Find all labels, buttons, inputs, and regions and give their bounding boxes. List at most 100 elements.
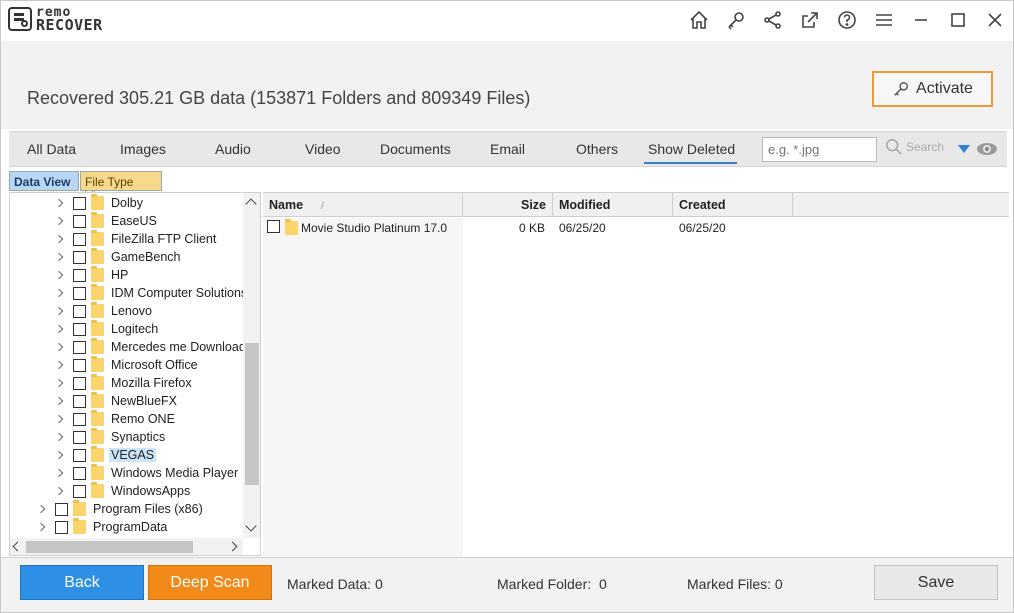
- expand-chevron-icon[interactable]: [54, 468, 64, 478]
- tree-item-checkbox[interactable]: [73, 304, 86, 318]
- column-modified[interactable]: Modified: [553, 193, 673, 217]
- tab-email[interactable]: Email: [490, 141, 525, 157]
- expand-chevron-icon[interactable]: [36, 504, 46, 514]
- tree-item-checkbox[interactable]: [73, 376, 86, 390]
- expand-chevron-icon[interactable]: [54, 198, 64, 208]
- tab-show-deleted[interactable]: Show Deleted: [644, 141, 738, 164]
- tree-item-checkbox[interactable]: [55, 520, 68, 534]
- folder-icon: [91, 302, 104, 318]
- tree-item[interactable]: EaseUS: [54, 212, 159, 230]
- tab-all-data[interactable]: All Data: [27, 141, 76, 157]
- deep-scan-button[interactable]: Deep Scan: [148, 565, 272, 600]
- expand-chevron-icon[interactable]: [54, 450, 64, 460]
- tab-images[interactable]: Images: [120, 141, 166, 157]
- tab-audio[interactable]: Audio: [215, 141, 251, 157]
- tree-item[interactable]: Program Files (x86): [36, 500, 205, 518]
- expand-chevron-icon[interactable]: [54, 378, 64, 388]
- tree-item-checkbox[interactable]: [73, 430, 86, 444]
- eye-icon[interactable]: [976, 140, 998, 158]
- help-icon[interactable]: [828, 1, 865, 39]
- scroll-thumb[interactable]: [26, 541, 193, 553]
- key-icon[interactable]: [717, 1, 754, 39]
- expand-chevron-icon[interactable]: [54, 288, 64, 298]
- expand-chevron-icon[interactable]: [36, 522, 46, 532]
- expand-chevron-icon[interactable]: [54, 306, 64, 316]
- tree-item[interactable]: Mercedes me Download M: [54, 338, 260, 356]
- expand-chevron-icon[interactable]: [54, 486, 64, 496]
- tree-item[interactable]: Dolby: [54, 194, 145, 212]
- column-size[interactable]: Size: [463, 193, 553, 217]
- maximize-icon[interactable]: [939, 1, 976, 39]
- expand-chevron-icon[interactable]: [54, 432, 64, 442]
- tree-item-checkbox[interactable]: [73, 448, 86, 462]
- tree-item-checkbox[interactable]: [73, 412, 86, 426]
- tree-horizontal-scrollbar[interactable]: [10, 538, 243, 555]
- tree-item-checkbox[interactable]: [73, 250, 86, 264]
- activate-button[interactable]: Activate: [872, 71, 993, 107]
- tree-item-checkbox[interactable]: [73, 340, 86, 354]
- tree-item-checkbox[interactable]: [73, 322, 86, 336]
- tree-item-checkbox[interactable]: [55, 502, 68, 516]
- tree-item[interactable]: ProgramData: [36, 518, 169, 536]
- tree-item[interactable]: Windows Media Player: [54, 464, 240, 482]
- tree-item-checkbox[interactable]: [73, 196, 86, 210]
- expand-chevron-icon[interactable]: [54, 234, 64, 244]
- tree-item[interactable]: Synaptics: [54, 428, 167, 446]
- tab-file-type-view[interactable]: File Type View: [80, 171, 162, 203]
- tree-item[interactable]: HP: [54, 266, 130, 284]
- expand-chevron-icon[interactable]: [54, 252, 64, 262]
- external-link-icon[interactable]: [791, 1, 828, 39]
- home-icon[interactable]: [680, 1, 717, 39]
- tree-item[interactable]: GameBench: [54, 248, 182, 266]
- tab-data-view[interactable]: Data View: [9, 171, 79, 191]
- tree-item[interactable]: NewBlueFX: [54, 392, 179, 410]
- expand-chevron-icon[interactable]: [54, 216, 64, 226]
- search-button[interactable]: Search: [885, 138, 944, 156]
- tree-item[interactable]: Lenovo: [54, 302, 154, 320]
- scroll-up-icon[interactable]: [245, 198, 257, 210]
- expand-chevron-icon[interactable]: [54, 360, 64, 370]
- tree-item-checkbox[interactable]: [73, 286, 86, 300]
- expand-chevron-icon[interactable]: [54, 396, 64, 406]
- app-window: remo RECOVER Recovered 305.21 GB data (1…: [0, 0, 1014, 613]
- tree-item[interactable]: VEGAS: [54, 446, 157, 464]
- search-input[interactable]: [762, 137, 877, 162]
- scroll-down-icon[interactable]: [245, 520, 257, 532]
- expand-chevron-icon[interactable]: [54, 414, 64, 424]
- tree-item-checkbox[interactable]: [73, 358, 86, 372]
- scroll-left-icon[interactable]: [12, 541, 23, 552]
- tree-item[interactable]: Logitech: [54, 320, 160, 338]
- tree-item-checkbox[interactable]: [73, 394, 86, 408]
- row-checkbox[interactable]: [267, 220, 280, 233]
- tab-video[interactable]: Video: [305, 141, 341, 157]
- tree-item[interactable]: FileZilla FTP Client: [54, 230, 218, 248]
- tree-item-checkbox[interactable]: [73, 214, 86, 228]
- minimize-icon[interactable]: [902, 1, 939, 39]
- dropdown-arrow-icon[interactable]: [958, 145, 970, 153]
- tree-vertical-scrollbar[interactable]: [243, 193, 260, 538]
- tree-item[interactable]: Microsoft Office: [54, 356, 200, 374]
- tab-documents[interactable]: Documents: [380, 141, 451, 157]
- tab-others[interactable]: Others: [576, 141, 618, 157]
- tree-item-checkbox[interactable]: [73, 232, 86, 246]
- tree-item-checkbox[interactable]: [73, 466, 86, 480]
- tree-item[interactable]: Mozilla Firefox: [54, 374, 194, 392]
- share-icon[interactable]: [754, 1, 791, 39]
- expand-chevron-icon[interactable]: [54, 342, 64, 352]
- tree-item[interactable]: WindowsApps: [54, 482, 192, 500]
- save-button[interactable]: Save: [874, 565, 998, 600]
- tree-item-checkbox[interactable]: [73, 268, 86, 282]
- table-row[interactable]: Movie Studio Platinum 17.0 0 KB 06/25/20…: [263, 219, 1009, 237]
- scroll-right-icon[interactable]: [227, 541, 238, 552]
- tree-item[interactable]: IDM Computer Solutions: [54, 284, 249, 302]
- tree-item-checkbox[interactable]: [73, 484, 86, 498]
- column-created[interactable]: Created: [673, 193, 793, 217]
- scroll-thumb[interactable]: [245, 343, 259, 485]
- column-name[interactable]: Name /: [263, 193, 463, 217]
- expand-chevron-icon[interactable]: [54, 324, 64, 334]
- tree-item[interactable]: Remo ONE: [54, 410, 177, 428]
- expand-chevron-icon[interactable]: [54, 270, 64, 280]
- close-icon[interactable]: [976, 1, 1013, 39]
- menu-icon[interactable]: [865, 1, 902, 39]
- back-button[interactable]: Back: [20, 565, 144, 600]
